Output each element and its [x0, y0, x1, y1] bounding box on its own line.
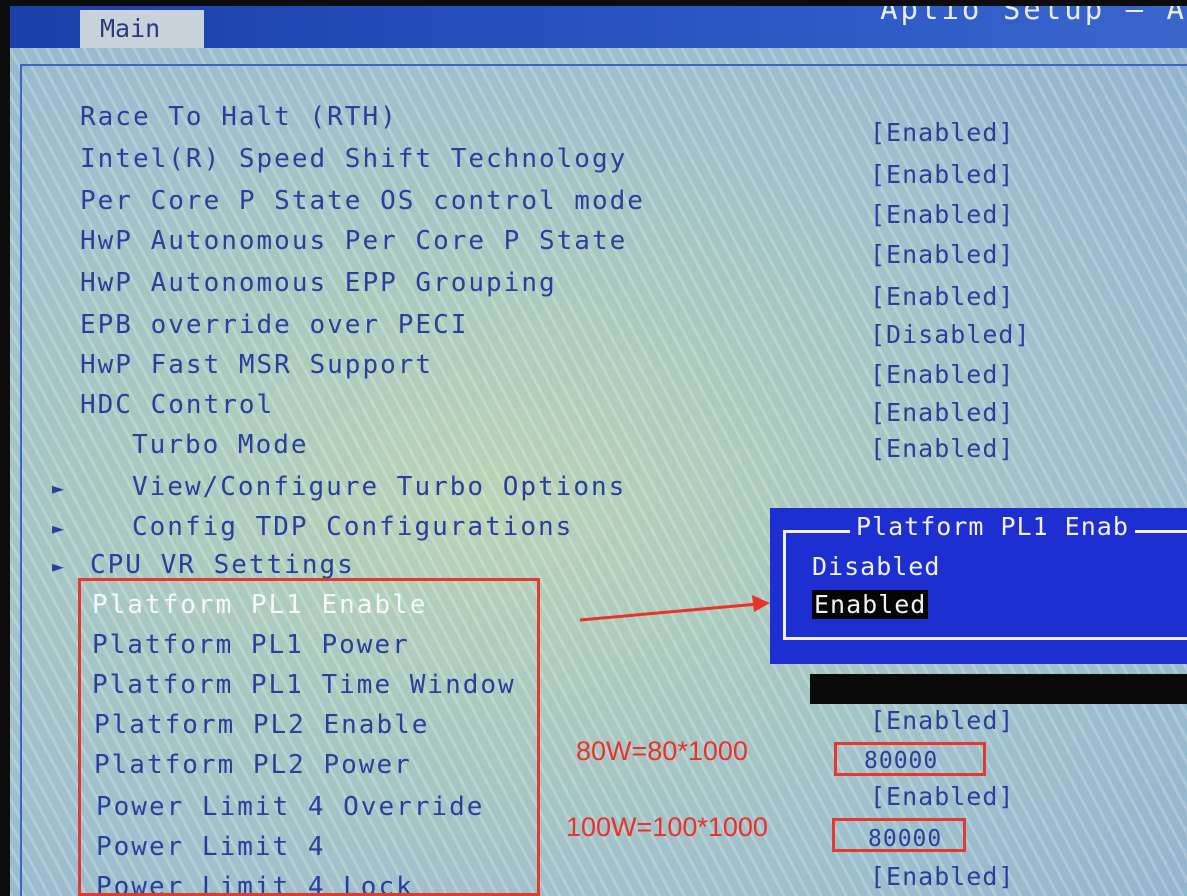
bios-screen: Main Aptio Setup – A Race To Halt (RTH) …: [10, 6, 1187, 896]
annotation-arrow-icon: [579, 595, 770, 622]
